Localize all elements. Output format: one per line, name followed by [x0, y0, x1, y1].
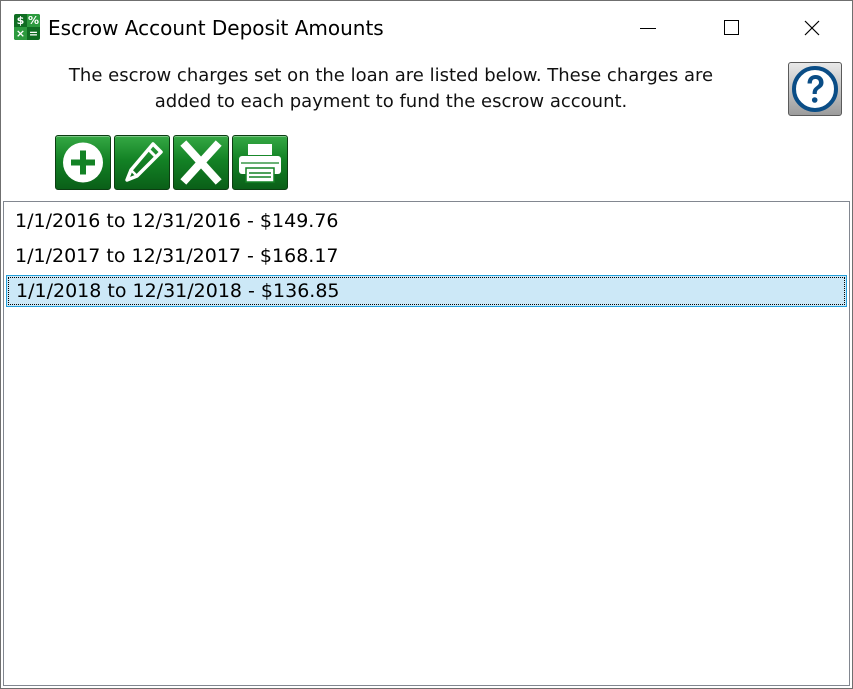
toolbar: [55, 135, 288, 191]
maximize-button[interactable]: [702, 1, 760, 56]
calculator-icon: $ % × =: [14, 14, 40, 40]
delete-button[interactable]: [173, 135, 229, 190]
list-item[interactable]: 1/1/2017 to 12/31/2017 - $168.17: [6, 241, 847, 273]
escrow-list[interactable]: 1/1/2016 to 12/31/2016 - $149.76 1/1/201…: [3, 201, 850, 686]
percent-glyph: %: [27, 14, 40, 27]
x-icon: [180, 140, 222, 185]
dollar-glyph: $: [16, 14, 25, 27]
pencil-icon: [125, 142, 163, 182]
close-button[interactable]: [784, 1, 842, 56]
description-text: The escrow charges set on the loan are l…: [68, 65, 714, 112]
add-button[interactable]: [55, 135, 111, 190]
title-bar[interactable]: $ % × = Escrow Account Deposit Amounts: [1, 1, 852, 56]
window-title: Escrow Account Deposit Amounts: [48, 16, 384, 40]
maximize-icon: [724, 20, 739, 35]
question-icon: [792, 66, 838, 112]
minimize-button[interactable]: [626, 1, 684, 56]
list-item-selected[interactable]: 1/1/2018 to 12/31/2018 - $136.85: [6, 275, 847, 307]
multiply-glyph: ×: [14, 27, 27, 40]
help-button[interactable]: [788, 62, 842, 116]
print-button[interactable]: [232, 135, 288, 190]
edit-button[interactable]: [114, 135, 170, 190]
plus-circle-icon: [63, 142, 103, 183]
close-icon: [804, 20, 820, 36]
list-item[interactable]: 1/1/2016 to 12/31/2016 - $149.76: [6, 206, 847, 238]
printer-icon: [239, 144, 281, 183]
escrow-dialog-window: $ % × = Escrow Account Deposit Amounts T…: [0, 0, 853, 689]
equals-glyph: =: [28, 27, 39, 40]
minimize-icon: [640, 28, 656, 29]
